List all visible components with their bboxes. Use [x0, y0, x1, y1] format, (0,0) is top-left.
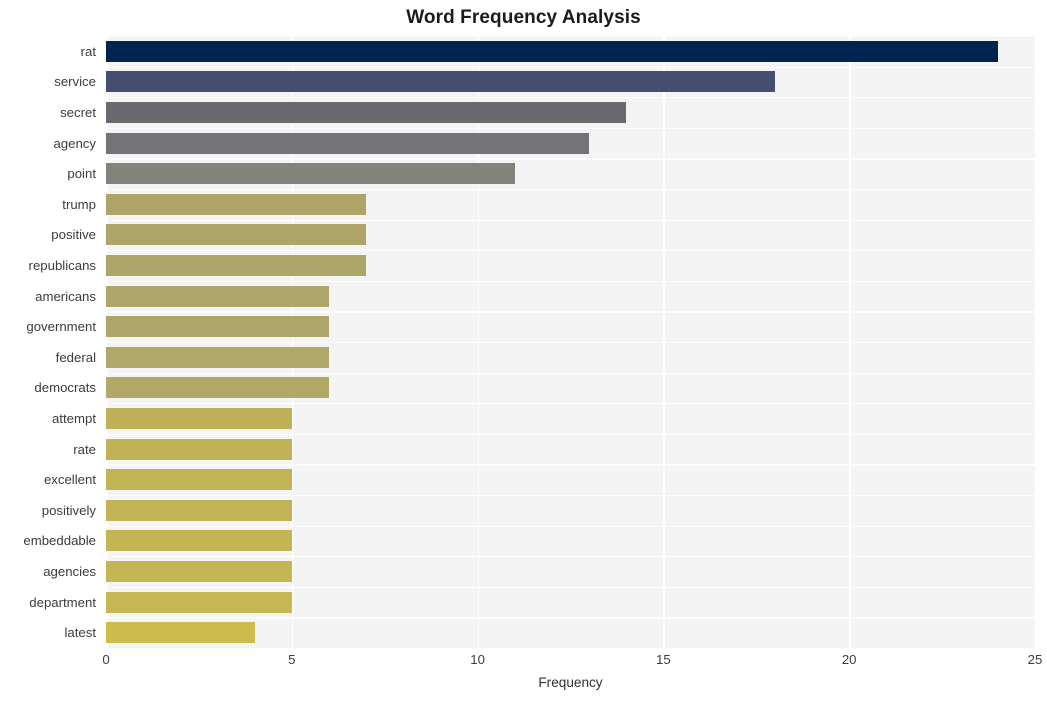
- chart-figure: Word Frequency Analysis rat service secret…: [0, 0, 1047, 701]
- y-axis-tick-label: service: [54, 74, 96, 90]
- bar: [106, 132, 590, 154]
- gridline-vertical: [1035, 36, 1037, 648]
- y-axis-tick-label: rate: [73, 441, 96, 457]
- gridline-vertical: [477, 36, 480, 648]
- gridline-vertical: [291, 36, 294, 648]
- bar: [106, 193, 367, 215]
- x-axis-label: Frequency: [538, 675, 603, 690]
- gridline-horizontal: [106, 158, 1035, 160]
- gridline-horizontal: [106, 250, 1035, 252]
- gridline-horizontal: [106, 556, 1035, 558]
- y-axis-tick-label: republicans: [28, 258, 96, 273]
- x-axis-tick-label: 25: [1027, 652, 1043, 667]
- gridline-vertical: [663, 36, 665, 648]
- y-axis-tick-label: federal: [55, 349, 96, 365]
- bar: [106, 346, 329, 368]
- x-axis-tick-label: 20: [841, 652, 857, 667]
- y-axis-tick-label: positively: [41, 502, 96, 518]
- bar: [106, 622, 255, 644]
- y-axis-tick-label: excellent: [43, 472, 96, 488]
- bar: [106, 377, 329, 399]
- gridline-horizontal: [106, 586, 1035, 589]
- plot-area: [106, 36, 1037, 650]
- y-axis-tick-label: rat: [80, 43, 96, 59]
- x-axis-tick-label: 5: [288, 652, 296, 667]
- bar: [106, 408, 292, 429]
- gridline-horizontal: [106, 648, 1035, 650]
- x-axis-tick-label: 0: [102, 652, 110, 667]
- bar: [106, 163, 515, 185]
- gridline-horizontal: [106, 97, 1035, 99]
- y-axis-tick-label: department: [29, 594, 96, 610]
- gridline-horizontal: [106, 617, 1035, 619]
- bar: [106, 591, 292, 613]
- y-axis-tick-labels: rat service secret agency point trump positive…: [0, 36, 102, 648]
- y-axis-tick-label: americans: [35, 288, 96, 304]
- gridline-horizontal: [106, 525, 1035, 527]
- y-axis-tick-label: agencies: [43, 564, 96, 579]
- bar: [106, 285, 329, 307]
- gridline-horizontal: [106, 311, 1035, 313]
- y-axis-tick-label: trump: [62, 196, 96, 212]
- y-axis-tick-label: secret: [60, 105, 96, 120]
- gridline-horizontal: [106, 433, 1035, 436]
- y-axis-tick-label: positive: [51, 227, 96, 243]
- y-axis-tick-label: embeddable: [23, 533, 96, 549]
- y-axis-tick-label: point: [67, 166, 96, 182]
- bar: [106, 255, 367, 276]
- bar: [106, 224, 367, 246]
- gridline-horizontal: [106, 372, 1035, 374]
- bar: [106, 71, 775, 93]
- bar: [106, 316, 329, 338]
- chart-title: Word Frequency Analysis: [406, 7, 641, 28]
- bar: [106, 102, 627, 123]
- bar: [106, 561, 292, 582]
- gridline-vertical: [106, 36, 108, 648]
- gridline-horizontal: [106, 403, 1035, 405]
- bar: [106, 469, 292, 491]
- bar: [106, 530, 292, 552]
- x-axis-tick-labels: 0 5 10 15 20 25: [0, 652, 1047, 674]
- bar: [106, 40, 998, 62]
- gridline-horizontal: [106, 342, 1035, 344]
- gridline-horizontal: [106, 189, 1035, 191]
- gridline-vertical: [849, 36, 851, 648]
- y-axis-tick-label: democrats: [34, 380, 96, 396]
- gridline-horizontal: [106, 495, 1035, 497]
- x-axis-tick-label: 10: [470, 652, 485, 667]
- gridline-horizontal: [106, 127, 1035, 130]
- y-axis-tick-label: latest: [64, 625, 96, 641]
- gridline-horizontal: [106, 280, 1035, 283]
- y-axis-tick-label: attempt: [52, 411, 96, 426]
- y-axis-tick-label: government: [26, 319, 96, 335]
- gridline-horizontal: [106, 219, 1035, 221]
- bar: [106, 438, 292, 460]
- gridline-horizontal: [106, 464, 1035, 466]
- gridline-horizontal: [106, 36, 1035, 38]
- bar: [106, 499, 292, 521]
- gridline-horizontal: [106, 66, 1035, 68]
- x-axis-tick-label: 15: [656, 652, 671, 667]
- y-axis-tick-label: agency: [53, 135, 96, 151]
